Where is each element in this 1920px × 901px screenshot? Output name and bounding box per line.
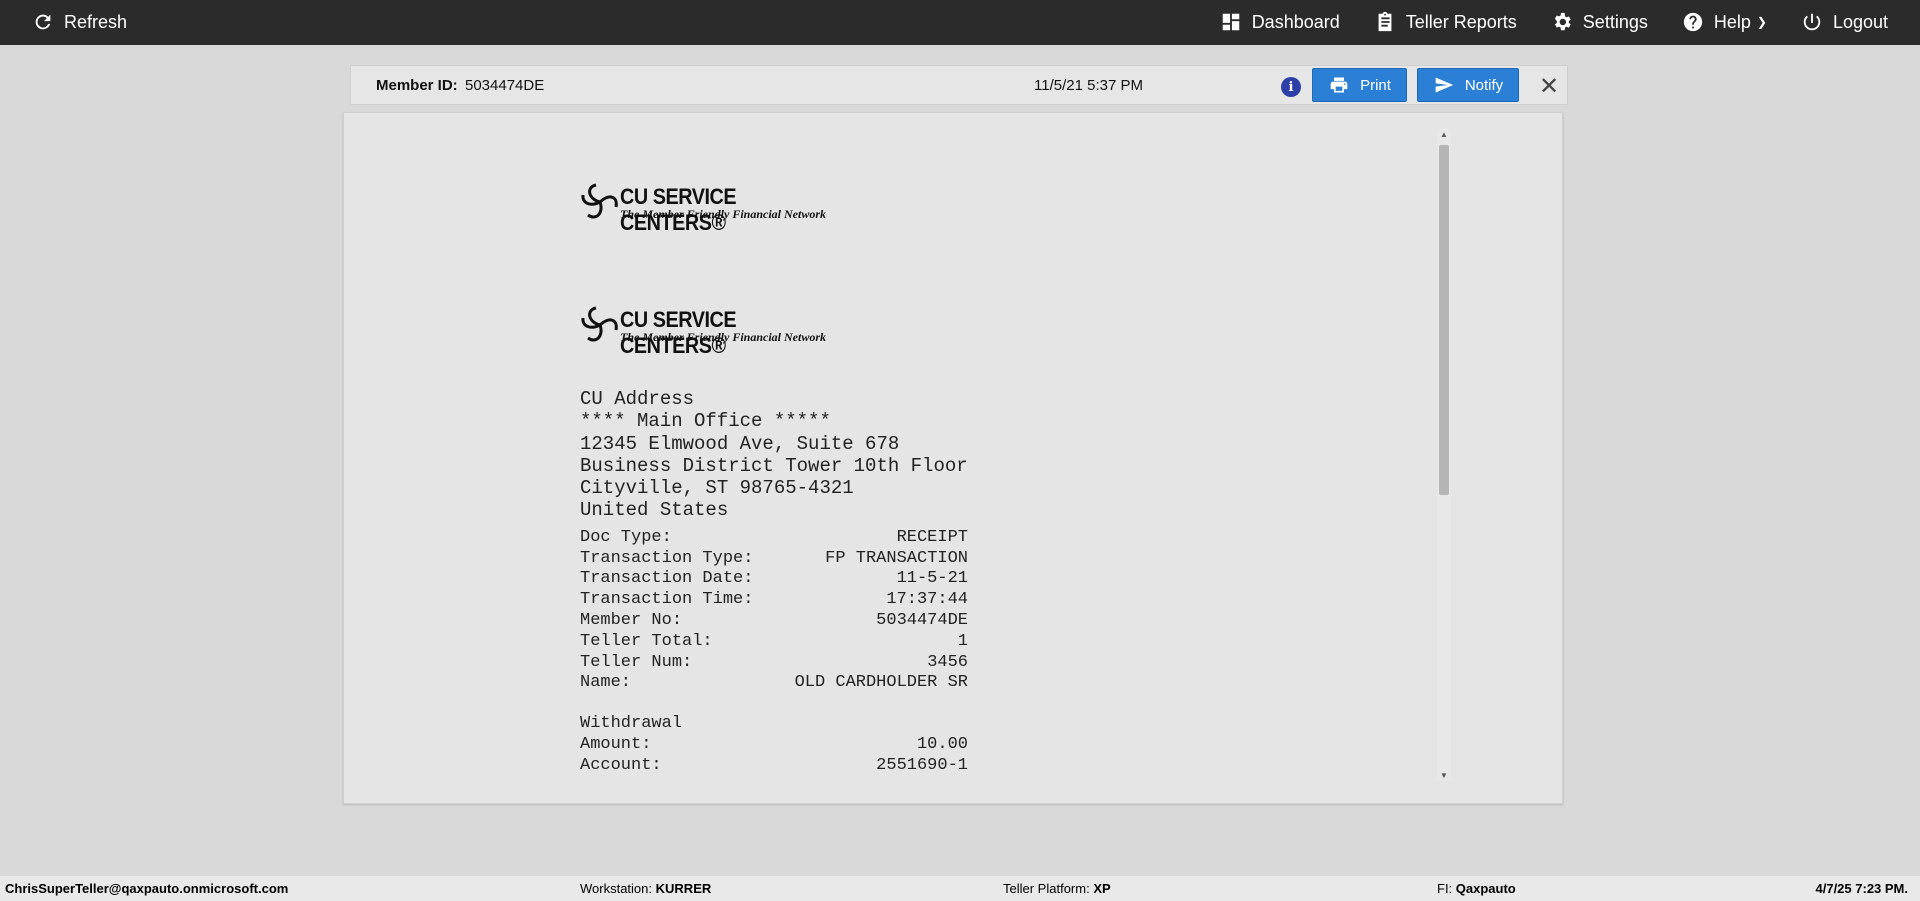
field-label: Teller Num: (580, 652, 693, 672)
power-icon (1803, 13, 1821, 31)
field-value: RECEIPT (896, 527, 968, 547)
receipt-field-row: Amount: 10.00 (580, 735, 968, 756)
scroll-down-arrow-icon[interactable]: ▼ (1440, 771, 1448, 780)
fi-label: FI: (1437, 881, 1453, 896)
receipt-field-row: Teller Total: 1 (580, 632, 968, 653)
receipt-field-row: Name: OLD CARDHOLDER SR (580, 673, 968, 694)
field-value: 2551690-1 (876, 755, 968, 775)
field-value: OLD CARDHOLDER SR (794, 673, 968, 693)
field-label: Account: (580, 755, 662, 775)
address-line: United States (580, 499, 729, 522)
receipt-field-row: Account: 2551690-1 (580, 756, 968, 777)
field-label: Amount: (580, 734, 652, 754)
logout-button[interactable]: Logout (1801, 11, 1888, 33)
logo-tagline: The Member Friendly Financial Network (620, 330, 827, 344)
field-label: Member No: (580, 610, 683, 630)
help-label: Help (1713, 11, 1751, 32)
member-header: Member ID: 5034474DE 11/5/21 5:37 PM i P… (350, 65, 1568, 105)
current-user: ChrisSuperTeller@qaxpauto.onmicrosoft.co… (5, 881, 289, 896)
logo-tagline: The Member Friendly Financial Network (620, 207, 827, 221)
workstation-value: KURRER (655, 881, 712, 896)
notify-button[interactable]: Notify (1417, 68, 1519, 102)
fi-value: Qaxpauto (1455, 881, 1516, 896)
field-label: Transaction Time: (580, 590, 754, 610)
address-line: Cityville, ST 98765-4321 (580, 477, 854, 500)
refresh-icon (35, 14, 51, 30)
help-icon (1683, 12, 1703, 32)
settings-label: Settings (1582, 11, 1648, 32)
field-label: Teller Total: (580, 631, 713, 651)
workstation-info: Workstation: KURRER (580, 881, 711, 896)
print-label: Print (1360, 76, 1391, 94)
cu-service-centers-logo: CU SERVICE CENTERS® The Member Friendly … (580, 304, 830, 358)
logout-label: Logout (1832, 11, 1888, 32)
receipt-field-row: Transaction Time: 17:37:44 (580, 590, 968, 611)
receipt-field-row: Doc Type: RECEIPT (580, 528, 968, 549)
platform-value: XP (1093, 881, 1111, 896)
workstation-label: Workstation: (580, 881, 653, 896)
dashboard-label: Dashboard (1251, 11, 1340, 32)
chevron-down-icon: ❯ (1756, 15, 1767, 29)
receipt-content: CU Address **** Main Office ***** 12345 … (580, 388, 1200, 786)
help-menu[interactable]: Help ❯ (1682, 11, 1767, 33)
field-label: Name: (580, 673, 632, 693)
field-label: Transaction Type: (580, 548, 754, 568)
receipt-viewer: CU SERVICE CENTERS® The Member Friendly … (343, 112, 1563, 804)
receipt-datetime: 11/5/21 5:37 PM (1034, 77, 1143, 94)
withdrawal-title: Withdrawal (580, 714, 683, 734)
address-line: Business District Tower 10th Floor (580, 454, 968, 477)
receipt-scrollbar[interactable]: ▲ ▼ (1437, 129, 1451, 781)
platform-info: Teller Platform: XP (1003, 881, 1111, 896)
scrollbar-thumb[interactable] (1439, 145, 1449, 495)
send-icon (1435, 77, 1453, 93)
close-icon[interactable]: ✕ (1539, 72, 1559, 101)
printer-icon (1330, 77, 1348, 93)
member-id-label: Member ID: (376, 77, 458, 94)
refresh-label: Refresh (64, 11, 128, 32)
address-line: **** Main Office ***** (580, 410, 831, 433)
receipt-field-row: Member No: 5034474DE (580, 611, 968, 632)
receipt-field-row: Teller Num: 3456 (580, 653, 968, 674)
field-value: 17:37:44 (886, 590, 968, 610)
footer-timestamp: 4/7/25 7:23 PM. (1815, 881, 1909, 896)
scroll-up-arrow-icon[interactable]: ▲ (1440, 130, 1448, 139)
status-bar: ChrisSuperTeller@qaxpauto.onmicrosoft.co… (0, 876, 1920, 901)
refresh-button[interactable]: Refresh (32, 11, 127, 33)
dashboard-link[interactable]: Dashboard (1220, 11, 1340, 33)
teller-reports-link[interactable]: Teller Reports (1374, 11, 1517, 33)
platform-label: Teller Platform: (1003, 881, 1090, 896)
field-value: 5034474DE (876, 610, 968, 630)
top-nav-bar: Refresh Dashboard Teller Reports Setting… (0, 0, 1920, 45)
receipt-field-row: Transaction Date: 11-5-21 (580, 569, 968, 590)
info-icon[interactable]: i (1281, 77, 1301, 97)
fi-info: FI: Qaxpauto (1437, 881, 1516, 896)
swirl-logo-icon (581, 306, 618, 342)
field-value: 11-5-21 (896, 569, 968, 589)
field-label: Doc Type: (580, 527, 672, 547)
teller-reports-label: Teller Reports (1405, 11, 1517, 32)
field-value: 1 (957, 631, 968, 651)
cu-service-centers-logo: CU SERVICE CENTERS® The Member Friendly … (580, 181, 830, 235)
settings-link[interactable]: Settings (1551, 11, 1648, 33)
swirl-logo-icon (581, 183, 618, 219)
address-line: 12345 Elmwood Ave, Suite 678 (580, 432, 900, 455)
gear-icon (1554, 12, 1571, 31)
field-value: 10.00 (916, 734, 968, 754)
field-value: 3456 (927, 652, 968, 672)
print-button[interactable]: Print (1312, 68, 1407, 102)
member-id-value: 5034474DE (465, 77, 545, 94)
field-label: Transaction Date: (580, 569, 754, 589)
receipt-field-row: Transaction Type: FP TRANSACTION (580, 549, 968, 570)
clipboard-icon (1378, 11, 1392, 32)
cu-address-block: CU Address **** Main Office ***** 12345 … (580, 388, 1200, 522)
dashboard-icon (1222, 13, 1239, 31)
field-value: FP TRANSACTION (825, 548, 968, 568)
address-line: CU Address (580, 388, 695, 410)
notify-label: Notify (1464, 76, 1504, 94)
